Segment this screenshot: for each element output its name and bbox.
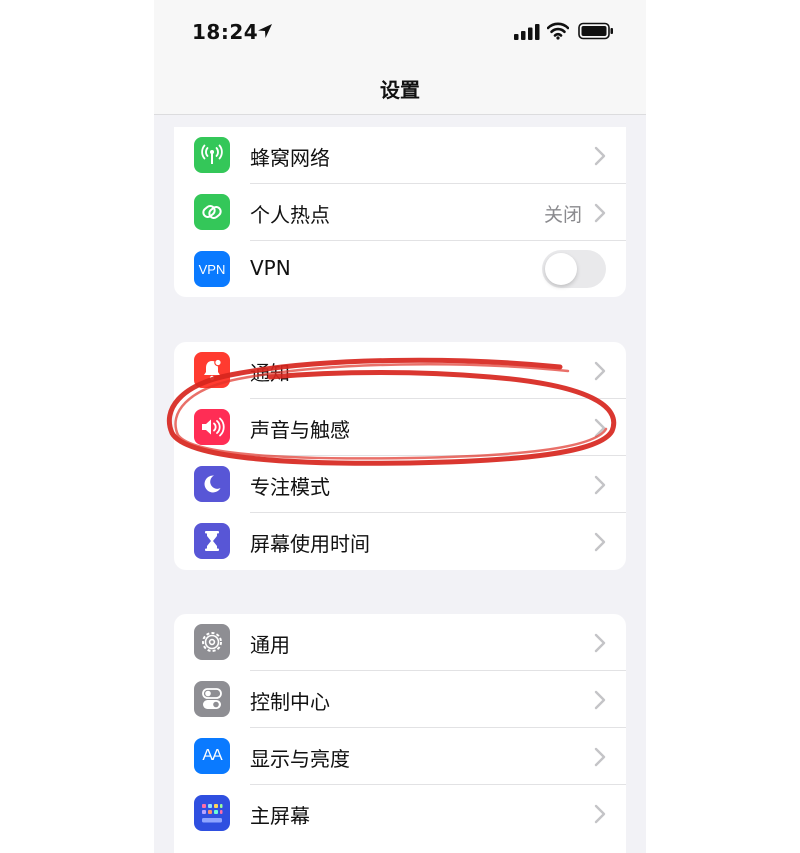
hotspot-status-value: 关闭	[543, 204, 582, 226]
settings-row-control-center[interactable]: 控制中心	[174, 671, 626, 728]
chevron-right-icon	[594, 532, 606, 552]
wifi-icon	[547, 22, 569, 40]
app-grid-icon	[194, 795, 230, 831]
settings-row-display[interactable]: AA 显示与亮度	[174, 728, 626, 785]
chevron-right-icon	[594, 146, 606, 166]
moon-icon	[194, 466, 230, 502]
settings-row-label: 个人热点	[250, 203, 330, 227]
settings-group-general: 通用 控制中心 AA 显示与亮度 主屏幕	[174, 614, 626, 853]
navigation-bar: 设置	[154, 62, 646, 115]
status-bar: 18:24	[154, 0, 646, 62]
chevron-right-icon	[594, 747, 606, 767]
chevron-right-icon	[594, 203, 606, 223]
settings-row-label: 主屏幕	[250, 804, 310, 828]
settings-row-label: 显示与亮度	[250, 747, 350, 771]
settings-row-label: VPN	[250, 256, 291, 280]
page-title: 设置	[380, 78, 420, 102]
phone-screen: 18:24 设置 蜂窝网络 个人热点 关闭 VPN VPN 通知 声音与触感 专…	[154, 0, 646, 853]
settings-row-label: 屏幕使用时间	[250, 532, 370, 556]
settings-row-hotspot[interactable]: 个人热点 关闭	[174, 184, 626, 241]
settings-row-general[interactable]: 通用	[174, 614, 626, 671]
chevron-right-icon	[594, 475, 606, 495]
gear-icon	[194, 624, 230, 660]
battery-icon	[578, 22, 613, 40]
toggle-knob	[545, 253, 577, 285]
settings-row-notifications[interactable]: 通知	[174, 342, 626, 399]
speaker-icon	[194, 409, 230, 445]
text-size-icon: AA	[194, 738, 230, 774]
hotspot-link-icon	[194, 194, 230, 230]
cellular-signal-icon	[514, 24, 540, 40]
settings-group-notifications: 通知 声音与触感 专注模式 屏幕使用时间	[174, 342, 626, 570]
settings-row-label: 专注模式	[250, 475, 330, 499]
settings-row-screen-time[interactable]: 屏幕使用时间	[174, 513, 626, 570]
vpn-icon: VPN	[194, 251, 230, 287]
bell-icon	[194, 352, 230, 388]
vpn-toggle[interactable]	[542, 250, 606, 288]
chevron-right-icon	[594, 633, 606, 653]
settings-row-focus[interactable]: 专注模式	[174, 456, 626, 513]
settings-row-label: 控制中心	[250, 690, 330, 714]
vpn-icon-text: VPN	[198, 261, 226, 277]
settings-row-label: 通知	[250, 361, 290, 385]
settings-row-label: 声音与触感	[250, 418, 350, 442]
hourglass-icon	[194, 523, 230, 559]
chevron-right-icon	[594, 690, 606, 710]
settings-row-sounds[interactable]: 声音与触感	[174, 399, 626, 456]
chevron-right-icon	[594, 361, 606, 381]
settings-row-home-screen[interactable]: 主屏幕	[174, 785, 626, 842]
location-arrow-icon	[258, 24, 272, 38]
settings-row-label: 蜂窝网络	[250, 146, 330, 170]
settings-group-network: 蜂窝网络 个人热点 关闭 VPN VPN	[174, 127, 626, 297]
text-size-icon-text: AA	[202, 747, 222, 764]
antenna-icon	[194, 137, 230, 173]
chevron-right-icon	[594, 418, 606, 438]
settings-row-label: 通用	[250, 633, 290, 657]
switches-icon	[194, 681, 230, 717]
chevron-right-icon	[594, 804, 606, 824]
settings-row-vpn[interactable]: VPN VPN	[174, 241, 626, 297]
settings-row-cellular[interactable]: 蜂窝网络	[174, 127, 626, 184]
status-time: 18:24	[192, 20, 259, 44]
